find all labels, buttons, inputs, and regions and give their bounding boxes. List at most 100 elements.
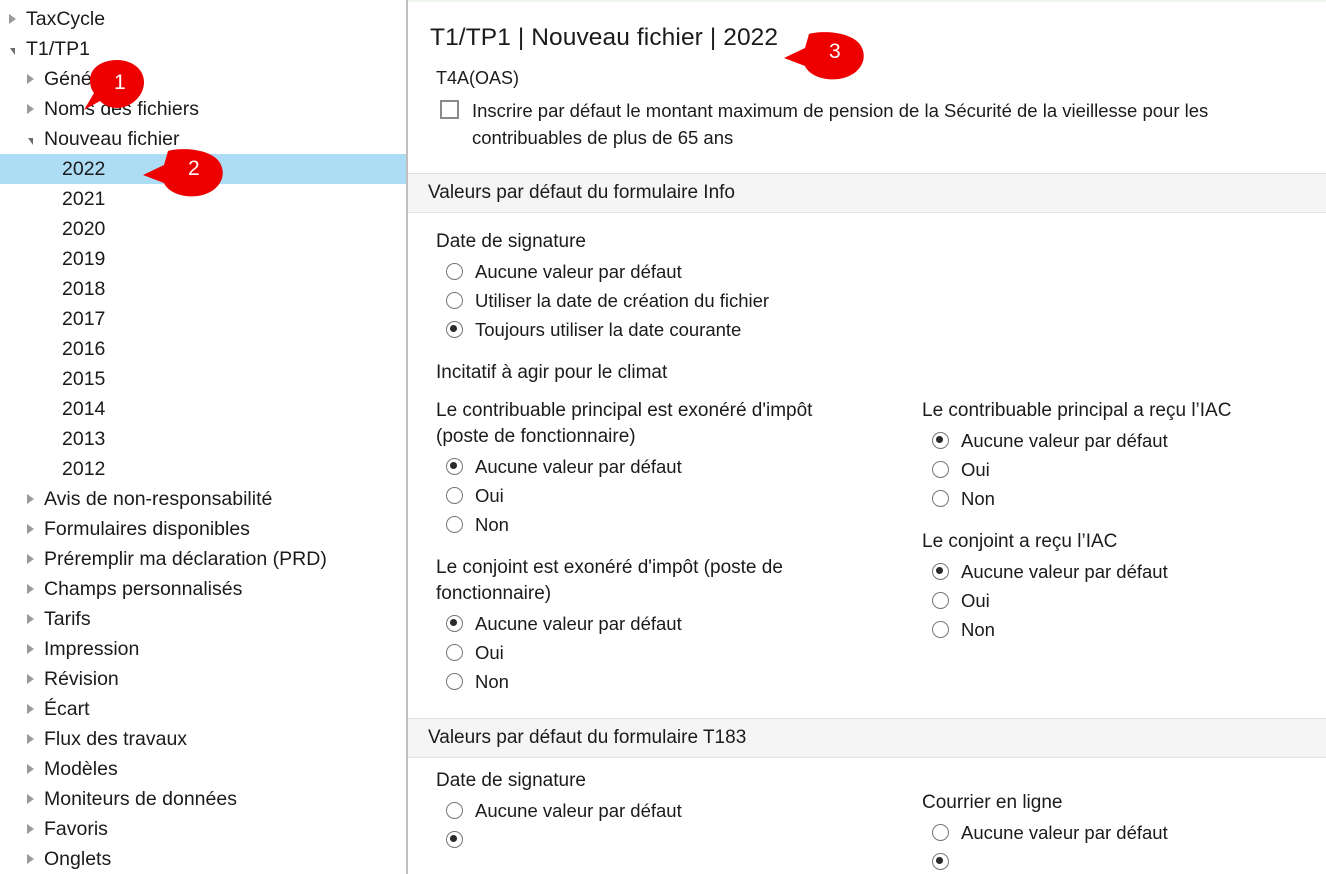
- chevron-right-icon[interactable]: [22, 694, 38, 724]
- chevron-right-icon[interactable]: [4, 4, 20, 34]
- radio-unselected-icon[interactable]: [446, 263, 463, 280]
- tree-item-r-vision[interactable]: Révision: [0, 664, 406, 694]
- radio-option-le-contribuable-principal-est-ex-non[interactable]: Non: [436, 510, 860, 539]
- radio-unselected-icon[interactable]: [446, 516, 463, 533]
- chevron-right-icon[interactable]: [22, 484, 38, 514]
- chevron-right-icon[interactable]: [22, 514, 38, 544]
- radio-option-le-contribuable-principal-a-re-u-oui[interactable]: Oui: [922, 455, 1320, 484]
- tree-item-t1-tp1[interactable]: T1/TP1: [0, 34, 406, 64]
- tree-item-g-n-ral[interactable]: Général: [0, 64, 406, 94]
- tree-item-2013[interactable]: 2013: [0, 424, 406, 454]
- tree-item-2015[interactable]: 2015: [0, 364, 406, 394]
- radio-option-le-conjoint-a-re-u-l-iac-oui[interactable]: Oui: [922, 586, 1320, 615]
- radio-selected-icon[interactable]: [446, 615, 463, 632]
- tree-item-2018[interactable]: 2018: [0, 274, 406, 304]
- checkbox-icon[interactable]: [440, 100, 459, 119]
- tree-item-label: 2021: [62, 187, 106, 210]
- radio-option-le-contribuable-principal-est-ex-oui[interactable]: Oui: [436, 481, 860, 510]
- chevron-down-icon[interactable]: [22, 124, 38, 154]
- tree-item-2022[interactable]: 2022: [0, 154, 406, 184]
- radio-unselected-icon[interactable]: [446, 802, 463, 819]
- tree-item-noms-des-fichiers[interactable]: Noms des fichiers: [0, 94, 406, 124]
- tree-item-label: 2014: [62, 397, 106, 420]
- tree-item-onglets[interactable]: Onglets: [0, 844, 406, 874]
- tree-item-label: 2016: [62, 337, 106, 360]
- radio-selected-icon[interactable]: [932, 432, 949, 449]
- radio-option-label: Aucune valeur par défaut: [475, 612, 682, 634]
- radio-unselected-icon[interactable]: [932, 490, 949, 507]
- radio-option-courrier-en-ligne-aucune-valeur-par-d-faut[interactable]: Aucune valeur par défaut: [922, 818, 1320, 847]
- radio-unselected-icon[interactable]: [932, 592, 949, 609]
- tree-item-pr-remplir-ma-d-claration-prd[interactable]: Préremplir ma déclaration (PRD): [0, 544, 406, 574]
- radio-option-le-contribuable-principal-a-re-u-aucune-valeur-par-d-faut[interactable]: Aucune valeur par défaut: [922, 426, 1320, 455]
- radio-unselected-icon[interactable]: [446, 644, 463, 661]
- radio-option-clipped[interactable]: [436, 825, 860, 854]
- options-tree[interactable]: TaxCycle T1/TP1 Général Noms des fichiers No…: [0, 4, 406, 874]
- radio-option-le-conjoint-a-re-u-l-iac-aucune-valeur-par-d-faut[interactable]: Aucune valeur par défaut: [922, 557, 1320, 586]
- radio-option-utiliser-la-date-de-cr-ation-du-[interactable]: Utiliser la date de création du fichier: [436, 286, 1326, 315]
- radio-option-date-de-signature-aucune-valeur-par-d-faut[interactable]: Aucune valeur par défaut: [436, 796, 860, 825]
- tree-item-2012[interactable]: 2012: [0, 454, 406, 484]
- tree-item-2016[interactable]: 2016: [0, 334, 406, 364]
- radio-option-le-conjoint-est-exon-r-d-imp-t-p-non[interactable]: Non: [436, 667, 860, 696]
- chevron-right-icon[interactable]: [22, 544, 38, 574]
- chevron-down-icon[interactable]: [4, 34, 20, 64]
- chevron-right-icon[interactable]: [22, 724, 38, 754]
- tree-item-2017[interactable]: 2017: [0, 304, 406, 334]
- tree-item-impression[interactable]: Impression: [0, 634, 406, 664]
- radio-selected-icon[interactable]: [932, 563, 949, 580]
- options-tree-sidebar[interactable]: TaxCycle T1/TP1 Général Noms des fichiers No…: [0, 0, 408, 874]
- chevron-right-icon[interactable]: [22, 814, 38, 844]
- radio-unselected-icon[interactable]: [932, 621, 949, 638]
- tree-item-cart[interactable]: Écart: [0, 694, 406, 724]
- radio-option-le-conjoint-est-exon-r-d-imp-t-p-aucune-valeur-par-d-faut[interactable]: Aucune valeur par défaut: [436, 609, 860, 638]
- tree-item-2021[interactable]: 2021: [0, 184, 406, 214]
- chevron-right-icon[interactable]: [22, 754, 38, 784]
- chevron-right-icon[interactable]: [22, 664, 38, 694]
- radio-option-le-contribuable-principal-a-re-u-non[interactable]: Non: [922, 484, 1320, 513]
- radio-option-aucune-valeur-par-d-faut[interactable]: Aucune valeur par défaut: [436, 257, 1326, 286]
- radio-unselected-icon[interactable]: [932, 461, 949, 478]
- radio-unselected-icon[interactable]: [932, 824, 949, 841]
- radio-option-clipped[interactable]: [922, 847, 1320, 874]
- tree-item-label: Tarifs: [44, 607, 91, 630]
- tree-item-taxcycle[interactable]: TaxCycle: [0, 4, 406, 34]
- radio-option-label: Oui: [961, 589, 990, 611]
- tree-item-2014[interactable]: 2014: [0, 394, 406, 424]
- radio-option-label: Aucune valeur par défaut: [475, 455, 682, 477]
- tree-item-flux-des-travaux[interactable]: Flux des travaux: [0, 724, 406, 754]
- chevron-right-icon[interactable]: [22, 604, 38, 634]
- tree-item-moniteurs-de-donn-es[interactable]: Moniteurs de données: [0, 784, 406, 814]
- chevron-right-icon[interactable]: [22, 784, 38, 814]
- radio-unselected-icon[interactable]: [446, 292, 463, 309]
- chevron-right-icon[interactable]: [22, 94, 38, 124]
- chevron-right-icon[interactable]: [22, 844, 38, 874]
- radio-option-le-contribuable-principal-est-ex-aucune-valeur-par-d-faut[interactable]: Aucune valeur par défaut: [436, 452, 860, 481]
- radio-option-toujours-utiliser-la-date-couran[interactable]: Toujours utiliser la date courante: [436, 315, 1326, 344]
- chevron-right-icon[interactable]: [22, 634, 38, 664]
- radio-selected-icon[interactable]: [446, 831, 463, 848]
- chevron-right-icon[interactable]: [22, 574, 38, 604]
- tree-item-mod-les[interactable]: Modèles: [0, 754, 406, 784]
- chevron-right-icon[interactable]: [22, 64, 38, 94]
- tree-item-nouveau-fichier[interactable]: Nouveau fichier: [0, 124, 406, 154]
- t4a-max-oas-checkbox-row[interactable]: Inscrire par défaut le montant maximum d…: [408, 89, 1326, 151]
- radio-unselected-icon[interactable]: [446, 487, 463, 504]
- radio-unselected-icon[interactable]: [446, 673, 463, 690]
- info-date-signature-group[interactable]: Aucune valeur par défaut Utiliser la date…: [436, 257, 1326, 344]
- tree-item-formulaires-disponibles[interactable]: Formulaires disponibles: [0, 514, 406, 544]
- tree-item-avis-de-non-responsabilit[interactable]: Avis de non-responsabilité: [0, 484, 406, 514]
- tree-item-champs-personnalis-s[interactable]: Champs personnalisés: [0, 574, 406, 604]
- radio-selected-icon[interactable]: [446, 458, 463, 475]
- tree-item-2019[interactable]: 2019: [0, 244, 406, 274]
- radio-selected-icon[interactable]: [932, 853, 949, 870]
- radio-option-label: Aucune valeur par défaut: [961, 821, 1168, 843]
- tree-item-tarifs[interactable]: Tarifs: [0, 604, 406, 634]
- tree-item-favoris[interactable]: Favoris: [0, 814, 406, 844]
- radio-option-le-conjoint-est-exon-r-d-imp-t-p-oui[interactable]: Oui: [436, 638, 860, 667]
- radio-option-le-conjoint-a-re-u-l-iac-non[interactable]: Non: [922, 615, 1320, 644]
- radio-selected-icon[interactable]: [446, 321, 463, 338]
- tree-item-2020[interactable]: 2020: [0, 214, 406, 244]
